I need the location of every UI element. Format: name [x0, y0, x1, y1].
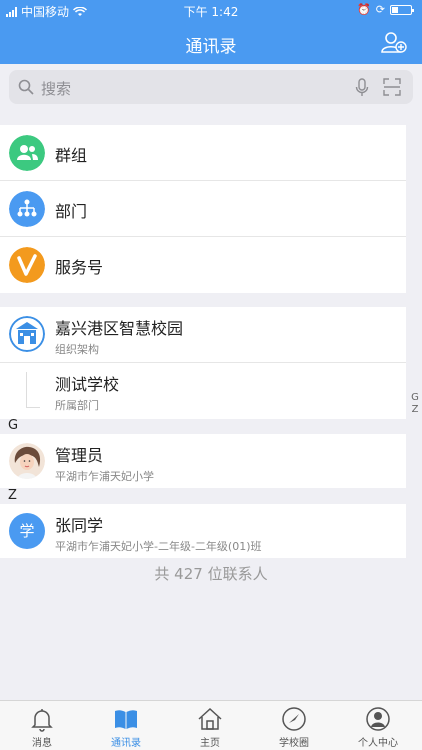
entry-groups[interactable]: 群组 — [0, 125, 406, 181]
search-input[interactable]: 搜索 — [9, 70, 413, 104]
tab-label: 个人中心 — [358, 738, 398, 749]
org-list: 嘉兴港区智慧校园 组织架构 测试学校 所属部门 — [0, 307, 406, 419]
status-bar: 中国移动 下午 1:42 ⏰ ⟳ — [0, 0, 422, 20]
entry-label: 群组 — [55, 146, 88, 165]
org-sub: 组织架构 — [55, 343, 99, 356]
tab-bar: 消息 通讯录 主页 学校圈 个人中心 — [0, 700, 422, 750]
battery-icon — [390, 4, 414, 15]
org-item-campus[interactable]: 嘉兴港区智慧校园 组织架构 — [0, 307, 406, 363]
avatar: 学 — [9, 513, 45, 549]
top-bar: 中国移动 下午 1:42 ⏰ ⟳ 通讯录 — [0, 0, 422, 64]
service-v-icon — [9, 247, 45, 283]
page-title: 通讯录 — [185, 37, 237, 57]
contact-total: 共 427 位联系人 — [154, 565, 268, 583]
scan-icon[interactable] — [383, 78, 401, 96]
contact-name: 管理员 — [55, 446, 104, 465]
tab-school-circle[interactable]: 学校圈 — [252, 701, 336, 750]
search-icon — [18, 79, 34, 95]
section-header-g: G — [8, 418, 19, 433]
tab-label: 学校圈 — [279, 738, 309, 749]
microphone-icon[interactable] — [355, 78, 369, 97]
search-area: 搜索 — [0, 64, 422, 110]
tab-label: 主页 — [200, 738, 220, 749]
add-contact-icon[interactable] — [380, 30, 408, 54]
alphabet-index[interactable]: G Z — [409, 392, 421, 416]
entry-label: 服务号 — [55, 258, 104, 277]
rotation-lock-icon: ⟳ — [375, 3, 385, 16]
tab-label: 通讯录 — [111, 738, 141, 749]
contact-row[interactable]: 学 张同学 平湖市乍浦天妃小学-二年级-二年级(01)班 — [0, 504, 406, 558]
index-letter[interactable]: G — [409, 392, 421, 404]
org-chart-icon — [9, 191, 45, 227]
org-item-school[interactable]: 测试学校 所属部门 — [0, 363, 406, 419]
alarm-icon: ⏰ — [357, 3, 371, 16]
contact-list-g: 管理员 平湖市乍浦天妃小学 — [0, 434, 406, 488]
group-icon — [9, 135, 45, 171]
tab-contacts[interactable]: 通讯录 — [84, 701, 168, 750]
compass-icon — [282, 707, 306, 731]
tab-messages[interactable]: 消息 — [0, 701, 84, 750]
contact-sub: 平湖市乍浦天妃小学-二年级-二年级(01)班 — [55, 540, 262, 553]
entry-label: 部门 — [55, 202, 88, 221]
book-icon — [115, 710, 137, 729]
entry-service-accounts[interactable]: 服务号 — [0, 237, 406, 293]
org-name: 嘉兴港区智慧校园 — [55, 319, 184, 338]
entry-departments[interactable]: 部门 — [0, 181, 406, 237]
section-header-z: Z — [8, 488, 17, 503]
tab-label: 消息 — [32, 738, 52, 749]
school-building-icon — [9, 316, 45, 352]
index-letter[interactable]: Z — [409, 404, 421, 416]
contact-name: 张同学 — [55, 516, 104, 535]
org-sub: 所属部门 — [55, 399, 99, 412]
user-icon — [366, 707, 390, 731]
contact-list-z: 学 张同学 平湖市乍浦天妃小学-二年级-二年级(01)班 — [0, 504, 406, 558]
tab-home[interactable]: 主页 — [168, 701, 252, 750]
org-name: 测试学校 — [55, 375, 120, 394]
school-placeholder-icon — [26, 372, 40, 408]
search-placeholder: 搜索 — [41, 80, 72, 98]
bell-icon — [31, 709, 53, 732]
quick-entry-list: 群组 部门 服务号 — [0, 125, 406, 293]
home-icon — [198, 707, 222, 730]
avatar — [9, 443, 45, 479]
tab-profile[interactable]: 个人中心 — [336, 701, 420, 750]
contact-row[interactable]: 管理员 平湖市乍浦天妃小学 — [0, 434, 406, 488]
contact-sub: 平湖市乍浦天妃小学 — [55, 470, 154, 483]
